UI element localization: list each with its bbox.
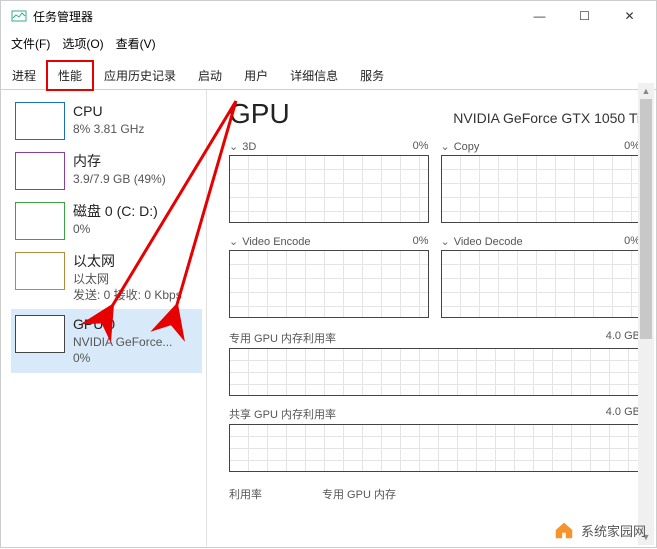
tabstrip: 进程 性能 应用历史记录 启动 用户 详细信息 服务 [1, 60, 656, 90]
detail-heading: GPU [229, 98, 290, 130]
gpu-model: NVIDIA GeForce GTX 1050 Ti [453, 110, 640, 126]
minimize-button[interactable]: — [517, 1, 562, 31]
memory-title: 内存 [73, 152, 166, 171]
vertical-scrollbar[interactable]: ▲ ▼ [638, 83, 654, 545]
cpu-title: CPU [73, 102, 144, 121]
menu-file[interactable]: 文件(F) [7, 33, 54, 54]
chevron-down-icon: ⌄ [229, 141, 238, 153]
gpu-thumb [15, 315, 65, 353]
scroll-thumb[interactable] [640, 99, 652, 339]
gpu-sub1: NVIDIA GeForce... [73, 334, 172, 350]
chevron-down-icon: ⌄ [441, 236, 450, 248]
chart-3d-graph [229, 155, 429, 223]
sidebar-item-disk[interactable]: 磁盘 0 (C: D:) 0% [11, 196, 202, 246]
gpu-title: GPU 0 [73, 315, 172, 334]
ethernet-sub2: 发送: 0 接收: 0 Kbps [73, 287, 182, 303]
menu-options[interactable]: 选项(O) [58, 33, 107, 54]
cpu-sub: 8% 3.81 GHz [73, 121, 144, 137]
chart-venc-pct: 0% [413, 235, 429, 248]
bottom-util-label: 利用率 [229, 486, 262, 502]
sidebar-item-gpu[interactable]: GPU 0 NVIDIA GeForce... 0% [11, 309, 202, 372]
bottom-dedmem-label: 专用 GPU 内存 [322, 486, 396, 502]
content-area: CPU 8% 3.81 GHz 内存 3.9/7.9 GB (49%) 磁盘 0… [1, 90, 656, 546]
chart-venc-graph [229, 250, 429, 318]
disk-title: 磁盘 0 (C: D:) [73, 202, 158, 221]
cpu-thumb [15, 102, 65, 140]
chart-video-encode[interactable]: ⌄ Video Encode 0% [229, 235, 429, 318]
chart-vdec-graph [441, 250, 641, 318]
chart-copy[interactable]: ⌄Copy0% [441, 140, 641, 223]
memory-thumb [15, 152, 65, 190]
task-manager-icon [11, 8, 27, 24]
gpu-sub2: 0% [73, 350, 172, 366]
tab-services[interactable]: 服务 [349, 61, 395, 90]
chart-3d[interactable]: ⌄ 3D 0% [229, 140, 429, 223]
scroll-up-icon[interactable]: ▲ [638, 83, 654, 99]
chart-copy-label: Copy [454, 141, 480, 153]
disk-thumb [15, 202, 65, 240]
dedicated-mem-max: 4.0 GB [606, 330, 640, 346]
sidebar-item-memory[interactable]: 内存 3.9/7.9 GB (49%) [11, 146, 202, 196]
watermark-text: 系统家园网 [581, 521, 646, 540]
window-title: 任务管理器 [33, 8, 517, 25]
memory-sub: 3.9/7.9 GB (49%) [73, 171, 166, 187]
chart-video-decode[interactable]: ⌄Video Decode0% [441, 235, 641, 318]
sidebar-item-ethernet[interactable]: 以太网 以太网 发送: 0 接收: 0 Kbps [11, 246, 202, 309]
menu-view[interactable]: 查看(V) [112, 33, 160, 54]
shared-mem-graph [229, 424, 640, 472]
watermark: 系统家园网 [553, 519, 646, 541]
tab-users[interactable]: 用户 [233, 61, 279, 90]
dedicated-mem-label: 专用 GPU 内存利用率 [229, 330, 336, 346]
ethernet-sub1: 以太网 [73, 271, 182, 287]
chevron-down-icon: ⌄ [229, 236, 238, 248]
titlebar: 任务管理器 — ☐ ✕ [1, 1, 656, 31]
shared-mem-label: 共享 GPU 内存利用率 [229, 406, 336, 422]
detail-pane: GPU NVIDIA GeForce GTX 1050 Ti ⌄ 3D 0% ⌄ Co… [207, 90, 656, 546]
tab-performance[interactable]: 性能 [47, 61, 93, 90]
chart-copy-graph [441, 155, 641, 223]
tab-processes[interactable]: 进程 [1, 61, 47, 90]
shared-mem-max: 4.0 GB [606, 406, 640, 422]
house-icon [553, 519, 575, 541]
disk-sub: 0% [73, 221, 158, 237]
close-button[interactable]: ✕ [607, 1, 652, 31]
sidebar-item-cpu[interactable]: CPU 8% 3.81 GHz [11, 96, 202, 146]
sidebar: CPU 8% 3.81 GHz 内存 3.9/7.9 GB (49%) 磁盘 0… [1, 90, 206, 546]
chart-vdec-label: Video Decode [454, 236, 523, 248]
chart-3d-pct: 0% [413, 140, 429, 153]
chart-venc-label: Video Encode [242, 236, 310, 248]
tab-details[interactable]: 详细信息 [279, 61, 349, 90]
ethernet-thumb [15, 252, 65, 290]
tab-app-history[interactable]: 应用历史记录 [93, 61, 187, 90]
chevron-down-icon: ⌄ [441, 141, 450, 153]
dedicated-mem-graph [229, 348, 640, 396]
tab-startup[interactable]: 启动 [187, 61, 233, 90]
menubar: 文件(F) 选项(O) 查看(V) [1, 31, 656, 56]
chart-3d-label: 3D [242, 141, 256, 153]
ethernet-title: 以太网 [73, 252, 182, 271]
maximize-button[interactable]: ☐ [562, 1, 607, 31]
